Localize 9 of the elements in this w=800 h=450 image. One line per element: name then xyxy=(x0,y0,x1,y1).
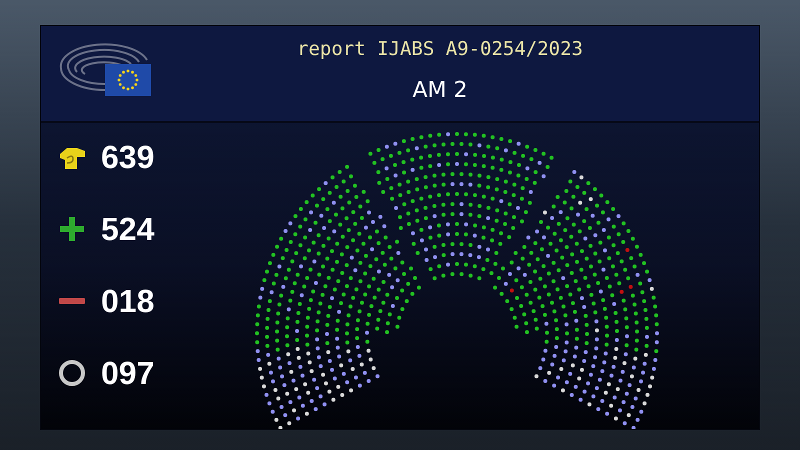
vote-count: 097 xyxy=(101,354,154,392)
plus-icon xyxy=(57,214,87,244)
report-title: report IJABS A9-0254/2023 xyxy=(297,38,583,60)
vote-count: 524 xyxy=(101,210,154,248)
vote-count: 018 xyxy=(101,282,154,320)
minus-icon xyxy=(57,297,87,305)
amendment-label: AM 2 xyxy=(412,78,468,103)
vote-count: 639 xyxy=(101,138,154,176)
circle-icon xyxy=(57,358,87,388)
